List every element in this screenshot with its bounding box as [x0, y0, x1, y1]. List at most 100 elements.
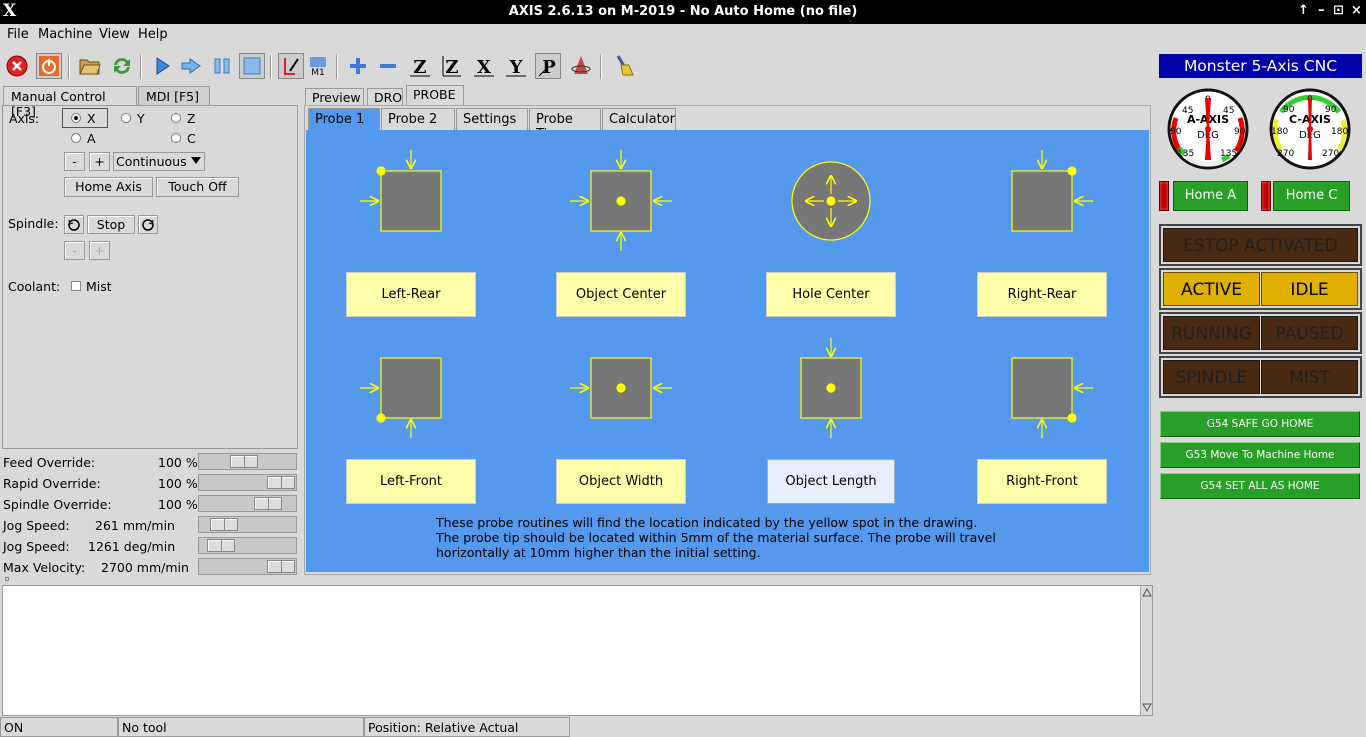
step-icon[interactable] — [179, 53, 205, 79]
jog-speed-angular-knob[interactable] — [207, 539, 235, 552]
max-velocity-knob[interactable] — [267, 560, 295, 573]
zoom-in-icon[interactable] — [345, 53, 371, 79]
home-a-button[interactable]: Home A — [1173, 181, 1248, 211]
spindle-slower-button[interactable]: - — [64, 241, 85, 260]
zoom-out-icon[interactable] — [375, 53, 401, 79]
object-width-button[interactable]: Object Width — [556, 459, 686, 504]
c-tick: 270 — [1277, 149, 1294, 159]
right-rear-button[interactable]: Right-Rear — [977, 272, 1107, 317]
open-file-icon[interactable] — [77, 53, 103, 79]
hole-center-button[interactable]: Hole Center — [766, 272, 896, 317]
menu-file[interactable]: File — [7, 27, 29, 42]
g54-safe-go-home-button[interactable]: G54 SAFE GO HOME — [1160, 411, 1360, 437]
axis-z-radio[interactable] — [171, 113, 181, 123]
window-maximize-icon[interactable]: ⊡ — [1333, 3, 1344, 18]
window-close-icon[interactable]: × — [1351, 3, 1362, 18]
window-minimize-icon[interactable]: – — [1318, 3, 1325, 18]
jog-mode-select[interactable]: Continuous — [113, 152, 205, 171]
block-delete-icon[interactable] — [278, 53, 304, 79]
feed-override-slider[interactable] — [198, 453, 297, 470]
rapid-override-value: 100 % — [158, 476, 198, 491]
axis-c-radio[interactable] — [171, 133, 181, 143]
rapid-override-label: Rapid Override: — [3, 476, 101, 491]
left-rear-button[interactable]: Left-Rear — [346, 272, 476, 317]
view-p-icon[interactable]: P — [535, 53, 561, 79]
tab-mdi[interactable]: MDI [F5] — [138, 86, 210, 105]
spindle-cw-icon[interactable] — [138, 215, 158, 234]
object-length-button[interactable]: Object Length — [767, 459, 895, 504]
running-indicator: RUNNING — [1163, 316, 1260, 350]
estop-icon[interactable] — [4, 53, 30, 79]
spindle-override-value: 100 % — [158, 497, 198, 512]
pane-grip[interactable] — [5, 577, 9, 581]
right-front-button[interactable]: Right-Front — [977, 459, 1107, 504]
tab-preview[interactable]: Preview — [305, 88, 364, 106]
home-c-button[interactable]: Home C — [1273, 181, 1350, 211]
tab-dro[interactable]: DRO — [367, 88, 403, 106]
jog-speed-linear-knob[interactable] — [210, 518, 238, 531]
rapid-override-knob[interactable] — [267, 476, 295, 489]
menu-help[interactable]: Help — [138, 27, 168, 42]
view-y-icon[interactable]: Y — [503, 53, 529, 79]
window-raise-icon[interactable]: ↑ — [1298, 3, 1309, 18]
menu-view[interactable]: View — [99, 27, 130, 42]
run-icon[interactable] — [149, 53, 175, 79]
tab-probe-2[interactable]: Probe 2 — [381, 108, 455, 130]
a-tick: 90 — [1234, 127, 1246, 137]
object-center-button[interactable]: Object Center — [556, 272, 686, 317]
spindle-stop-button[interactable]: Stop — [87, 215, 135, 234]
toolbar-separator — [140, 55, 142, 79]
optional-stop-icon[interactable]: M1 — [305, 53, 331, 79]
running-paused-frame: RUNNING PAUSED — [1159, 312, 1362, 354]
message-log[interactable] — [2, 585, 1153, 716]
mist-checkbox[interactable] — [71, 281, 81, 291]
probe-description: These probe routines will find the locat… — [436, 515, 996, 560]
rapid-override-slider[interactable] — [198, 474, 297, 491]
spindle-override-slider[interactable] — [198, 495, 297, 512]
max-velocity-slider[interactable] — [198, 558, 297, 575]
home-axis-button[interactable]: Home Axis — [64, 177, 153, 197]
feed-override-value: 100 % — [158, 455, 198, 470]
spindle-faster-button[interactable]: + — [89, 241, 110, 260]
tab-probe-tip[interactable]: Probe Tip — [529, 108, 601, 142]
axis-y-radio[interactable] — [121, 113, 131, 123]
paused-indicator: PAUSED — [1261, 316, 1358, 350]
reload-icon[interactable] — [109, 53, 135, 79]
axis-a-radio[interactable] — [71, 133, 81, 143]
tab-probe-1[interactable]: Probe 1 — [308, 108, 380, 130]
hole-center-diagram — [791, 161, 871, 241]
toolbar-separator — [68, 55, 70, 79]
estop-activated-indicator: ESTOP ACTIVATED — [1163, 228, 1358, 262]
a-tick: 135 — [1220, 149, 1237, 159]
jog-minus-button[interactable]: - — [64, 152, 85, 171]
spindle-ccw-icon[interactable] — [64, 215, 84, 234]
rotate-icon[interactable] — [568, 53, 594, 79]
g54-set-all-as-home-button[interactable]: G54 SET ALL AS HOME — [1160, 473, 1360, 499]
view-z2-icon[interactable]: Z — [439, 53, 465, 79]
tab-settings[interactable]: Settings — [456, 108, 528, 130]
left-front-button[interactable]: Left-Front — [346, 459, 476, 504]
tab-manual-control[interactable]: Manual Control [F3] — [3, 86, 137, 119]
spindle-indicator: SPINDLE — [1163, 360, 1260, 394]
jog-plus-button[interactable]: + — [89, 152, 110, 171]
stop-icon[interactable] — [239, 53, 265, 79]
spindle-override-knob[interactable] — [254, 497, 282, 510]
tab-probe[interactable]: PROBE — [406, 85, 464, 106]
tab-calculator[interactable]: Calculator — [602, 108, 676, 130]
jog-speed-angular-slider[interactable] — [198, 537, 297, 554]
pause-icon[interactable] — [209, 53, 235, 79]
g53-move-to-machine-home-button[interactable]: G53 Move To Machine Home — [1160, 442, 1360, 468]
toolbar-separator — [270, 55, 272, 79]
view-z-icon[interactable]: Z — [407, 53, 433, 79]
status-tool: No tool — [118, 717, 364, 737]
touch-off-button[interactable]: Touch Off — [156, 177, 239, 197]
menu-machine[interactable]: Machine — [38, 27, 92, 42]
feed-override-knob[interactable] — [230, 455, 258, 468]
clear-plot-icon[interactable] — [611, 53, 637, 79]
jog-speed-linear-slider[interactable] — [198, 516, 297, 533]
view-x-icon[interactable]: X — [471, 53, 497, 79]
axis-x-radio[interactable] — [71, 113, 81, 123]
power-icon[interactable] — [36, 53, 62, 79]
log-scrollbar[interactable] — [1140, 586, 1152, 715]
m1-label: M1 — [311, 68, 325, 77]
